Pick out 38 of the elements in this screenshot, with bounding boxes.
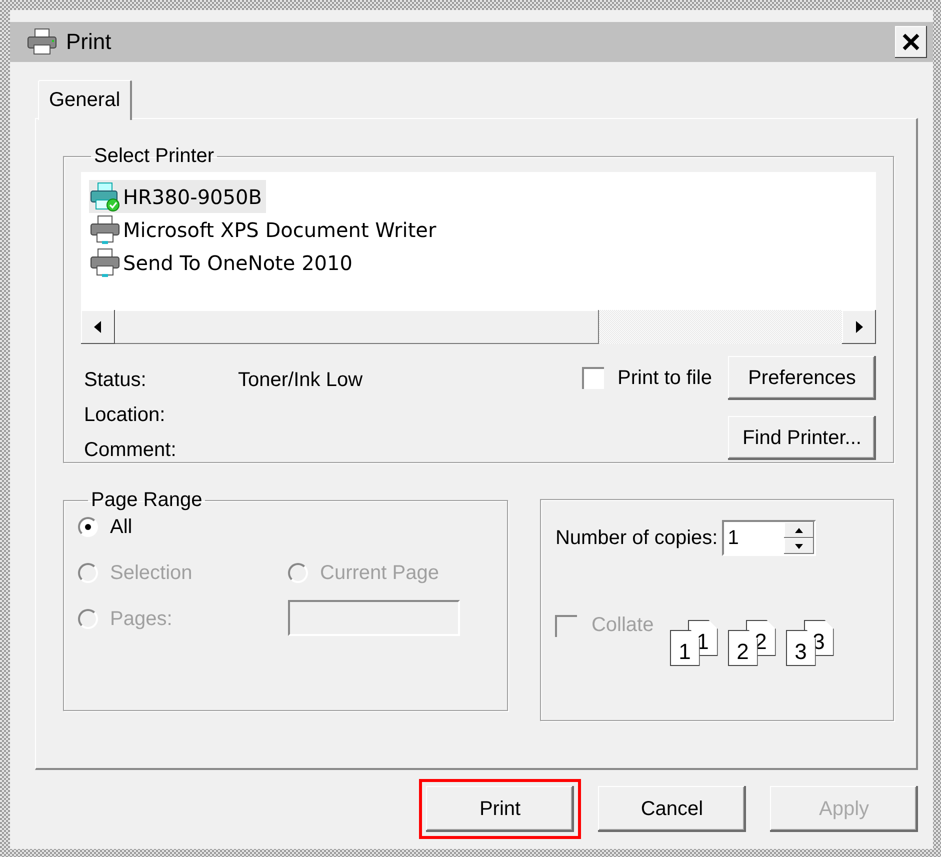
printer-icon [26, 28, 58, 56]
horizontal-scrollbar[interactable] [81, 310, 876, 344]
checkbox-label[interactable]: Print to file [618, 366, 712, 390]
dialog-button[interactable]: Cancel [598, 786, 746, 832]
copies-spinner[interactable]: 1 [722, 520, 816, 556]
preferences-button[interactable]: Preferences [728, 356, 876, 400]
checkbox[interactable] [582, 367, 604, 389]
info-label: Status: [84, 368, 148, 392]
right-arrow-icon [855, 321, 863, 333]
dialog-button[interactable]: Print [426, 786, 574, 832]
find-printer-button[interactable]: Find Printer... [728, 416, 876, 460]
group-title: Page Range [90, 489, 204, 512]
printer-item[interactable]: Send To OneNote 2010 [89, 246, 356, 279]
close-button[interactable] [895, 26, 927, 58]
spin-up-button[interactable] [784, 522, 814, 538]
scroll-right-button[interactable] [842, 310, 876, 344]
down-arrow-icon [794, 544, 803, 548]
radio-button[interactable] [78, 517, 98, 537]
printer-item[interactable]: HR380-9050B [89, 180, 266, 213]
info-label: Location: [84, 404, 166, 426]
scroll-left-button[interactable] [81, 310, 115, 344]
info-value: Toner/Ink Low [238, 368, 363, 392]
window-title: Print [66, 29, 112, 55]
copies-label: Number of copies: [555, 526, 718, 550]
up-arrow-icon [794, 528, 803, 532]
network-printer-icon [89, 182, 121, 212]
radio-label[interactable]: All [110, 516, 132, 538]
left-arrow-icon [94, 321, 102, 333]
page-icon: 1 [670, 630, 700, 666]
printer-icon [89, 214, 121, 244]
spin-down-button[interactable] [784, 538, 814, 554]
printer-item[interactable]: Microsoft XPS Document Writer [89, 213, 440, 246]
group-title: Select Printer [93, 145, 216, 168]
tab[interactable]: General [38, 80, 132, 120]
close-icon [902, 33, 920, 51]
printer-icon [89, 248, 121, 278]
info-label: Comment: [84, 438, 178, 462]
scroll-thumb[interactable] [115, 310, 599, 344]
